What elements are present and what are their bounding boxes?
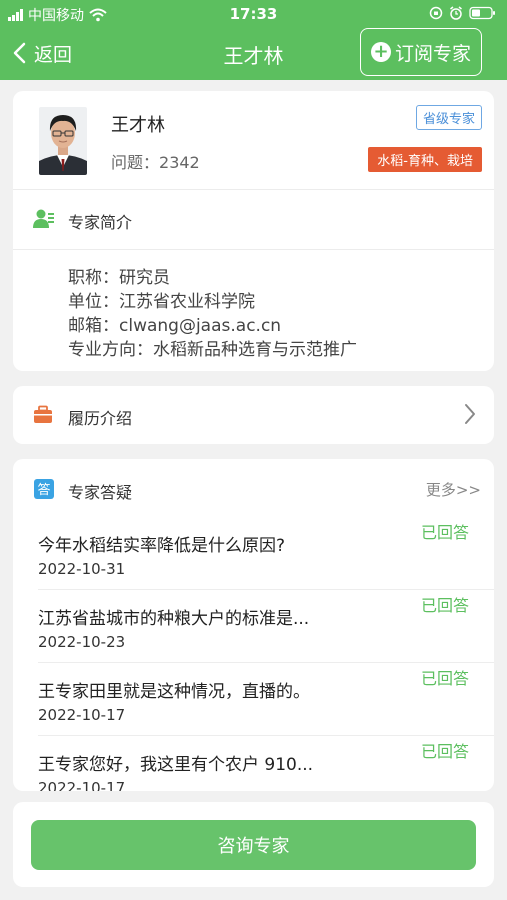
qa-card: 答 专家答疑 更多>> 已回答 今年水稻结实率降低是什么原因? 2022-10-… xyxy=(13,459,494,791)
question-date: 2022-10-17 xyxy=(38,779,126,791)
status-right xyxy=(429,6,497,20)
briefcase-icon xyxy=(34,405,52,423)
expert-name: 王才林 xyxy=(111,115,165,136)
footer-bar: 咨询专家 xyxy=(13,802,494,887)
avatar xyxy=(39,107,87,175)
question-date: 2022-10-31 xyxy=(38,560,126,578)
question-item[interactable]: 已回答 今年水稻结实率降低是什么原因? 2022-10-31 xyxy=(13,517,494,590)
plus-circle-icon: + xyxy=(370,42,391,62)
level-badge: 省级专家 xyxy=(415,105,482,130)
subscribe-expert-button[interactable]: + 订阅专家 xyxy=(360,28,482,76)
question-count-value: 2342 xyxy=(159,153,200,172)
question-item[interactable]: 已回答 江苏省盐城市的种粮大户的标准是... 2022-10-23 xyxy=(13,590,494,663)
divider xyxy=(13,189,494,190)
status-bar: 中国移动 17:33 xyxy=(0,0,507,28)
nav-bar: 返回 王才林 + 订阅专家 xyxy=(0,28,507,80)
question-title: 王专家您好，我这里有个农户 910... xyxy=(38,755,314,775)
field-tag: 水稻-育种、栽培 xyxy=(368,147,482,172)
question-label: 问题： xyxy=(111,153,160,172)
alarm-icon xyxy=(450,6,462,20)
intro-unit-line: 单位：江苏省农业科学院 xyxy=(68,292,255,312)
answered-status: 已回答 xyxy=(420,523,469,542)
subscribe-label: 订阅专家 xyxy=(394,42,471,65)
intro-specialty-line: 专业方向：水稻新品种选育与示范推广 xyxy=(68,340,357,360)
question-date: 2022-10-17 xyxy=(38,706,126,724)
qa-section-title: 专家答疑 xyxy=(68,483,133,502)
question-count: 问题：2342 xyxy=(111,149,200,173)
divider xyxy=(13,249,494,250)
rotation-lock-icon xyxy=(429,6,443,20)
battery-icon xyxy=(469,6,495,20)
answered-status: 已回答 xyxy=(420,669,469,688)
consult-expert-button[interactable]: 咨询专家 xyxy=(31,820,476,870)
question-title: 今年水稻结实率降低是什么原因? xyxy=(38,536,286,556)
question-title: 江苏省盐城市的种粮大户的标准是... xyxy=(38,609,310,629)
intro-email-line: 邮箱：clwang@jaas.ac.cn xyxy=(68,316,282,336)
question-list: 已回答 今年水稻结实率降低是什么原因? 2022-10-31 已回答 江苏省盐城… xyxy=(13,517,494,791)
chevron-right-icon xyxy=(465,404,475,424)
question-item[interactable]: 已回答 王专家田里就是这种情况，直播的。 2022-10-17 xyxy=(13,663,494,736)
resume-section-title: 履历介绍 xyxy=(68,409,133,428)
intro-title-line: 职称：研究员 xyxy=(68,268,170,288)
answered-status: 已回答 xyxy=(420,596,469,615)
svg-text:答: 答 xyxy=(37,482,50,498)
question-title: 王专家田里就是这种情况，直播的。 xyxy=(38,682,310,702)
answer-icon: 答 xyxy=(34,479,54,499)
more-link[interactable]: 更多>> xyxy=(426,479,481,500)
question-date: 2022-10-23 xyxy=(38,633,126,651)
expert-profile-card: 王才林 问题：2342 省级专家 水稻-育种、栽培 专家简介 职称：研究员 单位… xyxy=(13,91,494,371)
expert-profile-icon xyxy=(33,209,54,228)
question-item[interactable]: 已回答 王专家您好，我这里有个农户 910... 2022-10-17 xyxy=(13,736,494,791)
resume-card[interactable]: 履历介绍 xyxy=(13,386,494,444)
intro-section-title: 专家简介 xyxy=(68,213,133,232)
answered-status: 已回答 xyxy=(420,742,469,761)
